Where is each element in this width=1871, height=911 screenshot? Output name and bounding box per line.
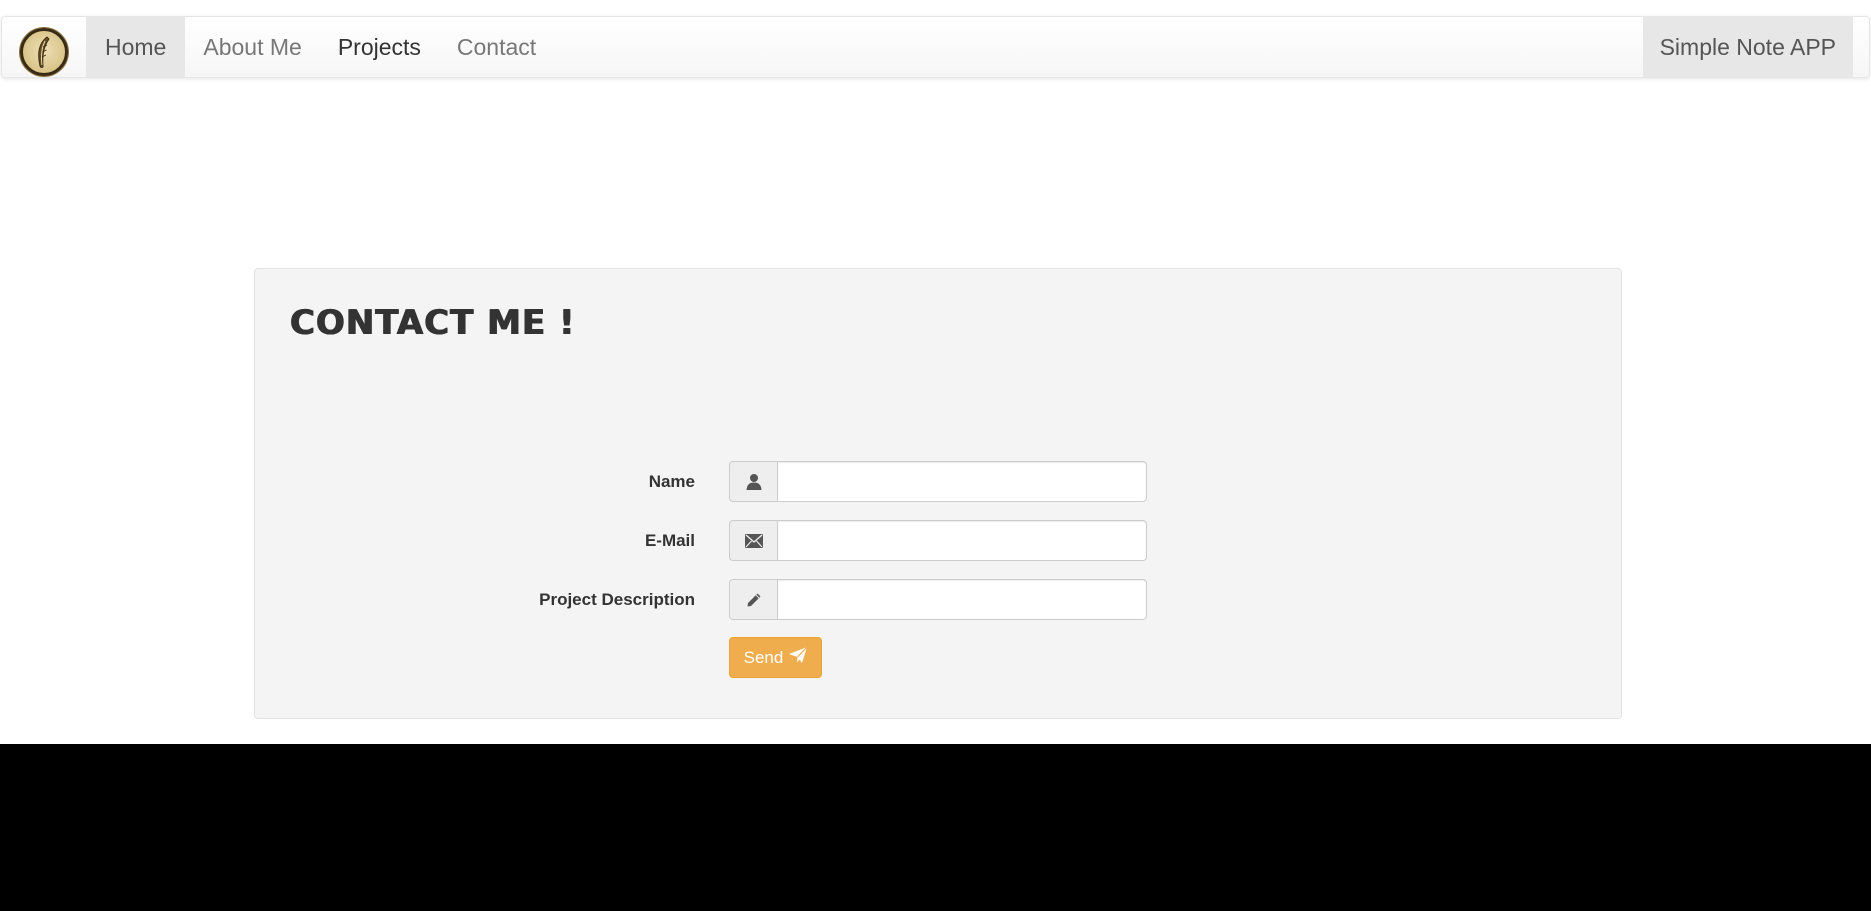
name-input[interactable] — [777, 461, 1147, 502]
nav-home-label: Home — [105, 33, 167, 60]
page-title: CONTACT ME ! — [290, 303, 576, 343]
name-label: Name — [648, 472, 695, 491]
description-input[interactable] — [777, 579, 1147, 620]
description-row: Project Description — [255, 579, 1621, 620]
nav-projects[interactable]: Projects — [320, 17, 439, 77]
name-input-group — [729, 461, 1147, 502]
send-button-label: Send — [743, 647, 784, 667]
nav-simple-note-app-label: Simple Note APP — [1659, 33, 1836, 60]
contact-panel: CONTACT ME ! Name E-Mail Project Descrip… — [254, 268, 1622, 719]
feather-logo-icon[interactable] — [20, 28, 68, 76]
nav-about-me[interactable]: About Me — [185, 17, 319, 77]
nav-projects-label: Projects — [337, 33, 421, 60]
email-row: E-Mail — [255, 520, 1621, 561]
nav-simple-note-app[interactable]: Simple Note APP — [1642, 17, 1853, 77]
brand[interactable] — [2, 17, 86, 77]
nav-contact[interactable]: Contact — [439, 17, 554, 77]
description-input-group — [729, 579, 1147, 620]
name-row: Name — [255, 461, 1621, 502]
email-input-group — [729, 520, 1147, 561]
nav-home[interactable]: Home — [86, 17, 186, 77]
nav-contact-label: Contact — [456, 33, 537, 60]
top-navbar: Home About Me Projects Contact Simple No… — [1, 16, 1870, 78]
footer — [0, 744, 1871, 911]
pencil-icon — [729, 579, 777, 620]
envelope-icon — [729, 520, 777, 561]
user-icon — [729, 461, 777, 502]
email-input[interactable] — [777, 520, 1147, 561]
send-button[interactable]: Send — [729, 637, 822, 678]
description-label: Project Description — [539, 590, 695, 609]
paper-plane-icon — [789, 646, 808, 668]
email-label: E-Mail — [644, 531, 695, 550]
nav-about-me-label: About Me — [203, 33, 302, 60]
